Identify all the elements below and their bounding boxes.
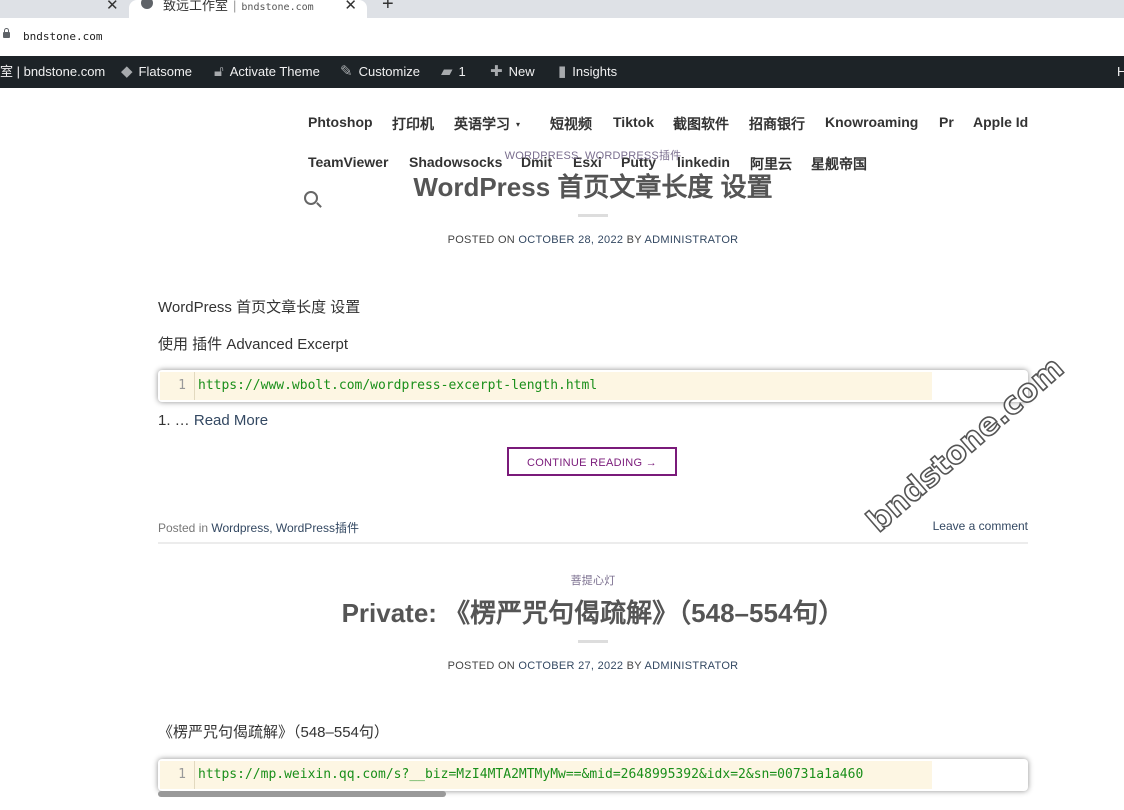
- admin-comments[interactable]: ▰ 1: [441, 56, 466, 88]
- admin-flatsome-menu[interactable]: ◆ Flatsome: [121, 56, 192, 88]
- line-number: 1: [160, 372, 195, 400]
- chevron-down-icon: ▾: [516, 120, 521, 129]
- admin-customize[interactable]: ✎ Customize: [340, 56, 420, 88]
- post-date-link[interactable]: OCTOBER 27, 2022: [518, 660, 623, 672]
- code-block: 1 https://mp.weixin.qq.com/s?__biz=MzI4M…: [158, 759, 1028, 791]
- admin-account[interactable]: H: [1117, 56, 1124, 88]
- nav-item-pr[interactable]: Pr: [939, 114, 954, 130]
- admin-insights[interactable]: ▮ Insights: [558, 56, 617, 88]
- post-category[interactable]: WORDPRESS, WORDPRESS插件: [158, 147, 1028, 163]
- tab-title: 致远工作室 | bndstone.com: [163, 0, 314, 13]
- plus-icon: ✚: [490, 63, 503, 80]
- flatsome-icon: ◆: [121, 63, 133, 80]
- continue-reading-button[interactable]: CONTINUE READING →: [507, 447, 677, 476]
- post-title[interactable]: WordPress 首页文章长度 设置: [158, 167, 1028, 204]
- nav-item-short-video[interactable]: 短视频: [550, 114, 592, 134]
- admin-activate-theme[interactable]: 🔓︎ Activate Theme: [214, 56, 320, 88]
- code-scrollbar[interactable]: [158, 791, 446, 797]
- nav-item-printer[interactable]: 打印机: [392, 114, 434, 134]
- post-category[interactable]: 菩提心灯: [158, 572, 1028, 588]
- excerpt-more: 1. … Read More: [158, 412, 269, 429]
- nav-item-apple-id[interactable]: Apple Id: [973, 114, 1028, 130]
- nav-item-tiktok[interactable]: Tiktok: [613, 114, 654, 130]
- title-divider: [578, 640, 608, 643]
- nav-item-cmb[interactable]: 招商银行: [749, 114, 805, 134]
- admin-bar: 室 | bndstone.com ◆ Flatsome 🔓︎ Activate Th…: [0, 56, 1124, 88]
- browser-tab-strip: ✕ 致远工作室 | bndstone.com ✕ +: [0, 0, 1124, 18]
- lock-icon: 🔓︎: [214, 63, 224, 80]
- close-icon[interactable]: ✕: [106, 0, 119, 14]
- admin-new[interactable]: ✚ New: [490, 56, 535, 88]
- post-paragraph: 使用 插件 Advanced Excerpt: [158, 336, 349, 353]
- nav-item-screenshot[interactable]: 截图软件: [673, 114, 729, 134]
- post-paragraph: WordPress 首页文章长度 设置: [158, 299, 361, 316]
- post-meta: POSTED ON OCTOBER 28, 2022 BY ADMINISTRA…: [447, 234, 739, 246]
- post-meta: POSTED ON OCTOBER 27, 2022 BY ADMINISTRA…: [447, 660, 739, 672]
- nav-item-english[interactable]: 英语学习 ▾: [454, 114, 520, 134]
- brush-icon: ✎: [340, 63, 353, 80]
- post-author-link[interactable]: ADMINISTRATOR: [644, 234, 738, 246]
- close-icon[interactable]: ✕: [344, 0, 357, 14]
- line-number: 1: [160, 761, 195, 789]
- admin-site-link[interactable]: 室 | bndstone.com: [0, 56, 105, 88]
- post-title[interactable]: Private: 《楞严咒句偈疏解》（548–554句）: [158, 593, 1028, 630]
- categories-link[interactable]: Wordpress, WordPress插件: [211, 521, 359, 535]
- read-more-link[interactable]: Read More: [194, 412, 268, 429]
- leave-comment-link[interactable]: Leave a comment: [933, 519, 1028, 533]
- comment-icon: ▰: [441, 63, 453, 80]
- address-bar[interactable]: bndstone.com: [0, 18, 1124, 57]
- post-author-link[interactable]: ADMINISTRATOR: [644, 660, 738, 672]
- url-text[interactable]: bndstone.com: [23, 30, 102, 43]
- nav-item-phtoshop[interactable]: Phtoshop: [308, 114, 373, 130]
- post-paragraph: 《楞严咒句偈疏解》（548–554句）: [158, 724, 389, 741]
- lock-icon: [3, 28, 10, 38]
- code-line[interactable]: https://mp.weixin.qq.com/s?__biz=MzI4MTA…: [198, 761, 863, 789]
- new-tab-icon[interactable]: +: [382, 0, 394, 16]
- globe-icon: [141, 0, 153, 9]
- post-date-link[interactable]: OCTOBER 28, 2022: [518, 234, 623, 246]
- bar-chart-icon: ▮: [558, 63, 567, 80]
- nav-item-knowroaming[interactable]: Knowroaming: [825, 114, 918, 130]
- title-divider: [578, 214, 608, 217]
- code-line[interactable]: https://www.wbolt.com/wordpress-excerpt-…: [198, 372, 597, 400]
- active-tab[interactable]: 致远工作室 | bndstone.com ✕: [129, 0, 367, 18]
- code-block: 1 https://www.wbolt.com/wordpress-excerp…: [158, 370, 1028, 402]
